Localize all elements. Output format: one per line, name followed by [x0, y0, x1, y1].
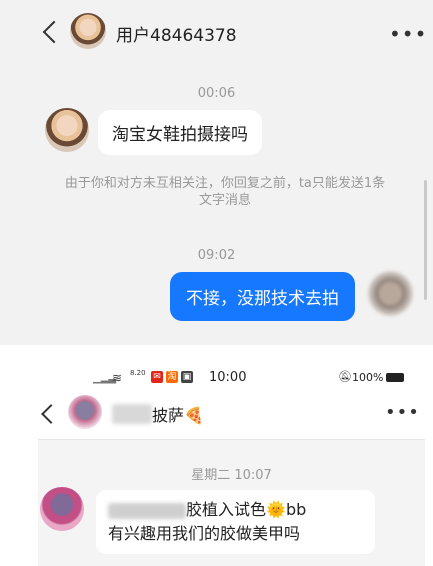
mute-icon: 🔕︎ — [338, 370, 352, 383]
speed-text: 8.20 — [130, 369, 146, 377]
app-icon: ▣ — [181, 371, 193, 383]
redacted-text — [108, 502, 186, 519]
sender-avatar[interactable] — [45, 108, 89, 152]
timestamp: 09:02 — [197, 248, 236, 263]
battery-text: 100% — [352, 371, 384, 384]
sender-avatar[interactable] — [40, 487, 84, 531]
app-icon: ✉ — [151, 371, 163, 383]
embedded-screenshot: ▁▂▃ ≋ 8.20 ✉ 淘 ▣ 10:00 🔕︎ 100% 披萨🍕 ••• 星… — [38, 365, 425, 566]
timestamp: 00:06 — [197, 86, 236, 101]
contact-name: 用户48464378 — [116, 26, 237, 46]
contact-avatar[interactable] — [68, 395, 102, 429]
battery-icon — [386, 373, 404, 382]
contact-avatar[interactable] — [70, 13, 106, 49]
contact-name: 披萨🍕 — [152, 402, 204, 426]
incoming-message[interactable]: 淘宝女鞋拍摄接吗 — [98, 110, 262, 155]
wifi-icon: ≋ — [112, 371, 123, 385]
scrollbar[interactable] — [424, 180, 427, 300]
back-icon[interactable] — [42, 20, 66, 44]
message-line-1: 胶植入试色🌞bb — [108, 498, 363, 522]
more-icon[interactable]: ••• — [385, 402, 420, 423]
redacted-name — [112, 404, 152, 424]
outgoing-message[interactable]: 不接，没那技术去拍 — [170, 272, 355, 321]
chat-header: 用户48464378 ••• — [0, 0, 433, 64]
message-line-2: 有兴趣用我们的胶做美甲吗 — [108, 524, 301, 543]
status-bar: ▁▂▃ ≋ 8.20 ✉ 淘 ▣ 10:00 🔕︎ 100% — [38, 365, 425, 391]
timestamp: 星期二 10:07 — [191, 468, 272, 483]
message-suffix: bb — [285, 500, 307, 519]
follow-notice: 由于你和对方未互相关注，你回复之前，ta只能发送1条文字消息 — [64, 176, 386, 208]
my-avatar[interactable] — [368, 271, 413, 316]
sun-emoji: 🌞 — [266, 500, 286, 519]
message-text: 胶植入试色 — [186, 500, 267, 519]
chat-window: 用户48464378 ••• 00:06 淘宝女鞋拍摄接吗 由于你和对方未互相关… — [0, 0, 433, 345]
incoming-message[interactable]: 胶植入试色🌞bb 有兴趣用我们的胶做美甲吗 — [96, 490, 375, 554]
more-icon[interactable]: ••• — [389, 22, 427, 46]
clock: 10:00 — [209, 370, 247, 385]
contact-name-text: 披萨 — [152, 406, 185, 425]
pizza-emoji: 🍕 — [184, 406, 204, 425]
app-icon: 淘 — [166, 371, 178, 383]
